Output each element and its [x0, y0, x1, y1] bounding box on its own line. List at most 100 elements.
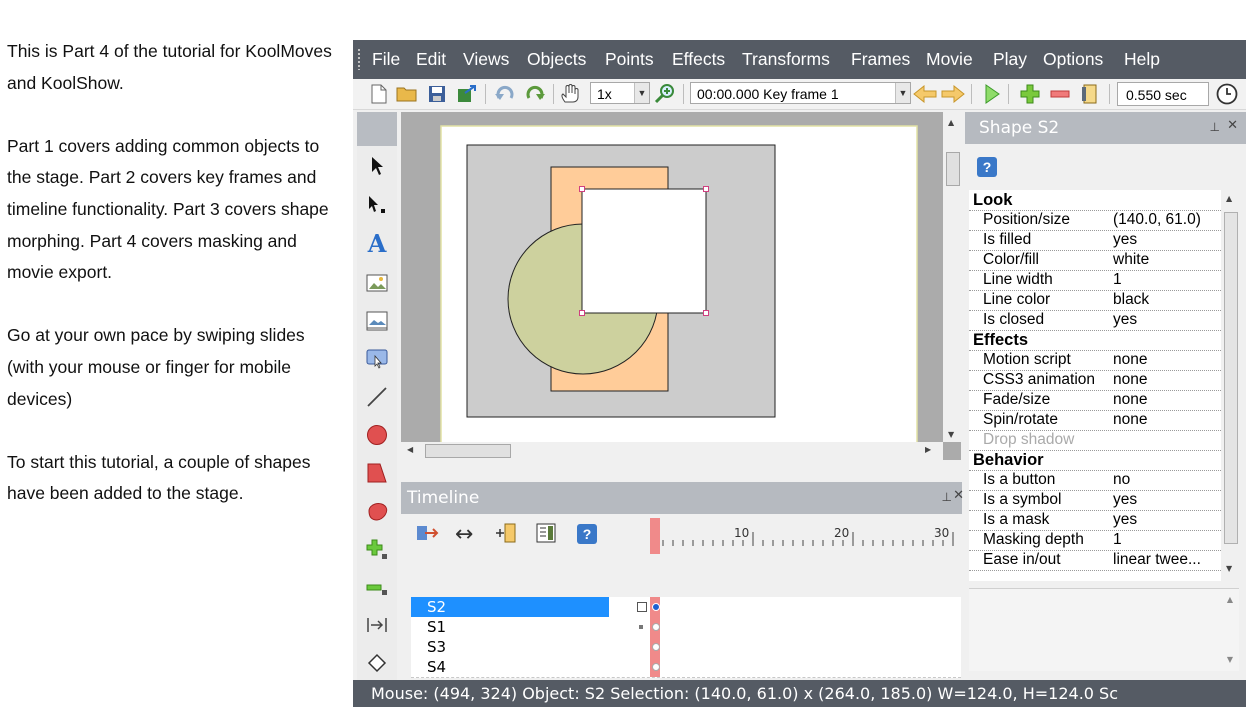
tween-tool-icon[interactable] [363, 611, 391, 639]
property-value[interactable]: linear twee... [1113, 550, 1221, 570]
add-point-icon[interactable] [363, 535, 391, 563]
new-file-icon[interactable] [367, 82, 391, 106]
selection-handle[interactable] [703, 310, 709, 316]
insert-frame-icon[interactable] [495, 522, 519, 548]
layer-name-s2[interactable]: S2 [411, 597, 609, 617]
play-icon[interactable] [980, 82, 1004, 106]
property-row[interactable]: Masking depth 1 [969, 530, 1221, 551]
menu-transforms[interactable]: Transforms [742, 49, 830, 70]
property-value[interactable]: yes [1113, 510, 1221, 530]
property-row[interactable]: Drop shadow [969, 430, 1221, 451]
scroll-thumb[interactable] [946, 152, 960, 186]
menu-play[interactable]: Play [993, 49, 1027, 70]
redo-icon[interactable] [523, 82, 547, 106]
hand-icon[interactable] [559, 82, 583, 106]
zoom-magnifier-icon[interactable] [653, 82, 677, 106]
property-value[interactable]: white [1113, 250, 1221, 270]
property-row[interactable]: Fade/size none [969, 390, 1221, 411]
property-scrollbar[interactable]: ▲ ▼ [1221, 190, 1239, 581]
keyframe-dot[interactable] [652, 623, 660, 631]
keyframe-dot[interactable] [652, 603, 660, 611]
property-value[interactable]: none [1113, 370, 1221, 390]
chevron-down-icon[interactable]: ▼ [634, 83, 649, 103]
scroll-thumb[interactable] [425, 444, 511, 458]
export-icon[interactable] [455, 82, 479, 106]
property-row[interactable]: Is closed yes [969, 310, 1221, 331]
clock-icon[interactable] [1215, 82, 1239, 106]
property-row[interactable]: CSS3 animation none [969, 370, 1221, 391]
stage-vertical-scrollbar[interactable]: ▲ ▼ [943, 112, 961, 442]
pin-icon[interactable]: ⊥ [942, 490, 952, 504]
property-value[interactable]: 1 [1113, 530, 1221, 550]
property-row[interactable]: Spin/rotate none [969, 410, 1221, 431]
button-tool-icon[interactable] [363, 345, 391, 373]
arrow-right-icon[interactable]: ▶ [925, 445, 931, 454]
menu-frames[interactable]: Frames [851, 49, 910, 70]
frame-select[interactable]: 00:00.000 Key frame 1 ▼ [690, 82, 911, 104]
menu-file[interactable]: File [372, 49, 400, 70]
move-layer-icon[interactable] [415, 522, 439, 546]
property-row[interactable]: Motion script none [969, 350, 1221, 371]
arrow-down-icon[interactable]: ▼ [1227, 655, 1233, 664]
layer-name-s3[interactable]: S3 [411, 637, 609, 657]
image-sequence-icon[interactable] [363, 307, 391, 335]
property-value[interactable]: none [1113, 390, 1221, 410]
stage-canvas[interactable] [401, 112, 943, 442]
duration-field[interactable]: 0.550 sec [1117, 82, 1209, 106]
next-frame-icon[interactable] [941, 82, 965, 106]
menu-help[interactable]: Help [1124, 49, 1160, 70]
point-select-icon[interactable] [363, 191, 391, 219]
menu-points[interactable]: Points [605, 49, 654, 70]
selection-handle[interactable] [703, 186, 709, 192]
stretch-icon[interactable]: ↔ [455, 522, 473, 547]
property-row[interactable]: Position/size (140.0, 61.0) [969, 210, 1221, 231]
property-value[interactable]: none [1113, 350, 1221, 370]
stage-horizontal-scrollbar[interactable]: ◀ ▶ [401, 442, 943, 460]
add-frame-icon[interactable] [1018, 82, 1042, 106]
timeline-layer-row[interactable]: S3 [411, 637, 961, 658]
menu-views[interactable]: Views [463, 49, 509, 70]
keyframe-dot[interactable] [652, 663, 660, 671]
arrow-down-icon[interactable]: ▼ [948, 430, 954, 439]
property-row[interactable]: Is a button no [969, 470, 1221, 491]
save-icon[interactable] [425, 82, 449, 106]
text-tool-icon[interactable]: A [363, 229, 391, 258]
property-row[interactable]: Ease in/out linear twee... [969, 550, 1221, 571]
close-icon[interactable]: ✕ [1227, 118, 1238, 133]
chevron-down-icon[interactable]: ▼ [895, 83, 910, 103]
help-icon[interactable]: ? [977, 157, 997, 177]
paint-bucket-icon[interactable] [363, 649, 391, 677]
arrow-down-icon[interactable]: ▼ [1226, 564, 1232, 573]
menu-objects[interactable]: Objects [527, 49, 586, 70]
timeline-layer-row[interactable]: S2 [411, 597, 961, 618]
keyframe-dot[interactable] [652, 643, 660, 651]
undo-icon[interactable] [493, 82, 517, 106]
property-value[interactable]: yes [1113, 490, 1221, 510]
open-folder-icon[interactable] [395, 82, 419, 106]
property-value[interactable]: yes [1113, 230, 1221, 250]
property-value[interactable]: yes [1113, 310, 1221, 330]
selection-handle[interactable] [579, 186, 585, 192]
help-icon[interactable]: ? [577, 524, 597, 544]
selection-handle[interactable] [579, 310, 585, 316]
layer-name-s4[interactable]: S4 [411, 657, 609, 677]
arrow-up-icon[interactable]: ▲ [1226, 194, 1232, 203]
scroll-thumb[interactable] [1224, 212, 1238, 544]
arrow-left-icon[interactable]: ◀ [407, 445, 413, 454]
property-value[interactable]: 1 [1113, 270, 1221, 290]
property-row[interactable]: Color/fill white [969, 250, 1221, 271]
arrow-select-icon[interactable] [363, 152, 391, 180]
layer-visibility-box[interactable] [637, 602, 647, 612]
timeline-layer-row[interactable]: S1 [411, 617, 961, 638]
timeline-layer-row[interactable]: S4 [411, 657, 961, 678]
frame-list-icon[interactable] [535, 522, 557, 548]
layer-name-s1[interactable]: S1 [411, 617, 609, 637]
circle-tool-icon[interactable] [363, 421, 391, 449]
property-row[interactable]: Is a mask yes [969, 510, 1221, 531]
property-row[interactable]: Line color black [969, 290, 1221, 311]
menu-effects[interactable]: Effects [672, 49, 725, 70]
property-row[interactable]: Is filled yes [969, 230, 1221, 251]
property-row[interactable]: Is a symbol yes [969, 490, 1221, 511]
menu-edit[interactable]: Edit [416, 49, 446, 70]
property-value[interactable]: none [1113, 410, 1221, 430]
